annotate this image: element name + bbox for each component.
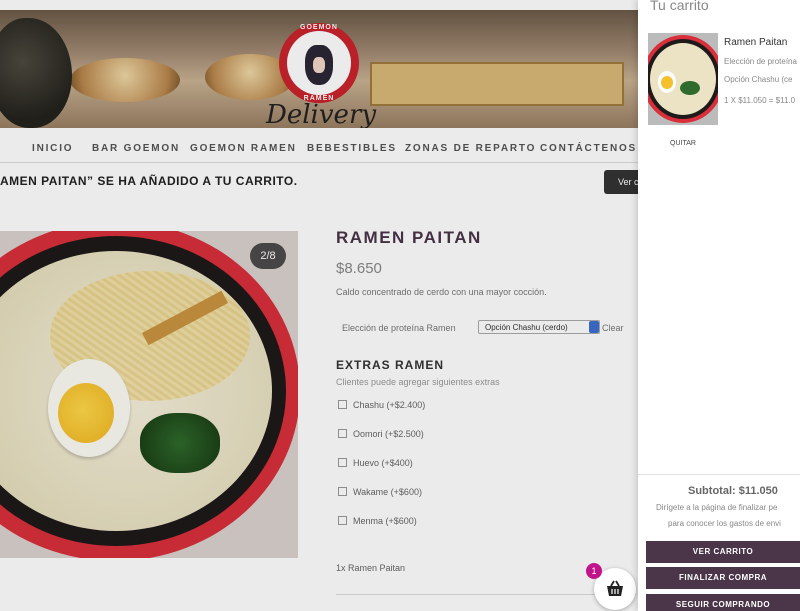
remove-item-link[interactable]: QUITAR <box>670 140 696 147</box>
side-cart-title: Tu carrito <box>650 0 709 13</box>
shipping-note: para conocer los gastos de envi <box>668 519 781 528</box>
cart-count-badge: 1 <box>586 563 602 579</box>
basket-icon <box>607 580 623 596</box>
checkout-button[interactable]: FINALIZAR COMPRA <box>646 567 800 589</box>
cart-item-name[interactable]: Ramen Paitan <box>724 37 787 48</box>
cart-item-option-label: Elección de proteína <box>724 57 797 66</box>
cart-item-thumbnail[interactable] <box>648 33 718 125</box>
cart-subtotal: Subtotal: $11.050 <box>688 485 778 497</box>
cart-item-qty-price: 1 X $11.050 = $11.0 <box>724 96 796 105</box>
divider <box>638 474 800 475</box>
continue-shopping-button[interactable]: SEGUIR COMPRANDO <box>646 594 800 611</box>
cart-item-option-value: Opción Chashu (ce <box>724 75 793 84</box>
side-cart-panel: Tu carrito Ramen Paitan Elección de prot… <box>638 0 800 611</box>
view-cart-button[interactable]: VER CARRITO <box>646 541 800 563</box>
page-dim-overlay[interactable] <box>0 0 638 611</box>
shipping-note: Dirígete a la página de finalizar pe <box>656 503 778 512</box>
